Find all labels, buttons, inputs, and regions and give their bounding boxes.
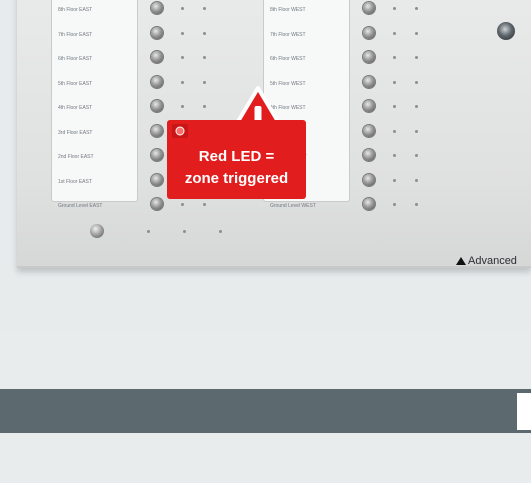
zone-switch: [151, 100, 163, 112]
zone-led: [181, 56, 184, 59]
zone-label: 6th Floor EAST: [58, 56, 93, 62]
zone-led: [393, 154, 396, 157]
zone-switch: [151, 173, 163, 186]
brand-logo: Advanced: [456, 255, 517, 267]
key-lock: [497, 22, 515, 40]
zone-led: [203, 7, 206, 10]
zone-switch: [151, 75, 163, 88]
zone-switch: [151, 124, 163, 137]
east-zone-card: 8th Floor EAST 7th Floor EAST 6th Floor EA…: [51, 0, 138, 209]
zone-switch: [363, 149, 375, 161]
zone-led: [415, 7, 418, 10]
zone-switch: [363, 26, 375, 39]
zone-label: 8th Floor WEST: [270, 7, 306, 13]
zone-switch: [151, 51, 163, 63]
zone-led: [415, 129, 418, 133]
zone-led: [203, 203, 206, 206]
zone-switch: [363, 124, 375, 137]
zone-led: [181, 105, 184, 108]
callout-line2: zone triggered: [184, 170, 289, 187]
zone-led: [415, 178, 418, 182]
zone-led: [415, 80, 418, 84]
zone-led: [203, 80, 206, 84]
zone-label: 1st Floor EAST: [58, 178, 92, 185]
zone-switch: [363, 198, 375, 210]
zone-led: [393, 56, 396, 59]
zone-led: [415, 31, 418, 35]
zone-led: [393, 105, 396, 108]
zone-led: [415, 203, 418, 206]
zone-led: [393, 203, 396, 206]
zone-led: [203, 56, 206, 59]
zone-led: [415, 154, 418, 157]
zone-led: [393, 80, 396, 84]
brand-name: Advanced: [468, 255, 517, 267]
zone-label: 3rd Floor EAST: [58, 129, 93, 136]
zone-label: 7th Floor EAST: [58, 31, 93, 38]
zone-switch: [151, 26, 163, 39]
zone-switch: [151, 198, 163, 210]
band-white-box: [517, 393, 531, 430]
zone-label: 5th Floor EAST: [58, 80, 93, 87]
status-led: [219, 230, 222, 233]
zone-switch: [363, 51, 375, 63]
zone-switch: [151, 149, 163, 161]
status-led: [183, 230, 186, 233]
status-led: [147, 230, 150, 233]
callout-line1: Red LED =: [198, 148, 275, 165]
zone-led: [181, 80, 184, 84]
zone-label: Ground Level EAST: [58, 203, 103, 209]
zone-led: [393, 7, 396, 10]
advanced-logo-icon: [456, 257, 466, 265]
reset-button: [90, 224, 104, 238]
led-callout: Red LED = zone triggered: [167, 120, 306, 199]
zone-label: 6th Floor WEST: [270, 56, 306, 62]
zone-led: [203, 31, 206, 35]
zone-label: 7th Floor WEST: [270, 31, 306, 38]
zone-led: [393, 31, 396, 35]
zone-led: [181, 7, 184, 10]
zone-led: [415, 105, 418, 108]
zone-switch: [363, 2, 375, 14]
zone-switch: [363, 75, 375, 88]
panel-photo: 8th Floor EAST 7th Floor EAST 6th Floor EA…: [0, 0, 531, 330]
footer-band: [0, 389, 531, 433]
zone-led: [393, 129, 396, 133]
zone-led: [393, 178, 396, 182]
zone-switch: [363, 173, 375, 186]
zone-switch: [363, 100, 375, 112]
zone-led: [415, 56, 418, 59]
zone-led: [181, 31, 184, 35]
zone-led: [181, 203, 184, 206]
zone-label: 8th Floor EAST: [58, 7, 93, 13]
zone-label: Ground Level WEST: [270, 203, 316, 209]
zone-switch: [151, 2, 163, 14]
zone-led: [203, 105, 206, 108]
zone-label: 4th Floor EAST: [58, 105, 93, 111]
zone-label: 2nd Floor EAST: [58, 154, 94, 160]
led-icon: [172, 124, 188, 138]
